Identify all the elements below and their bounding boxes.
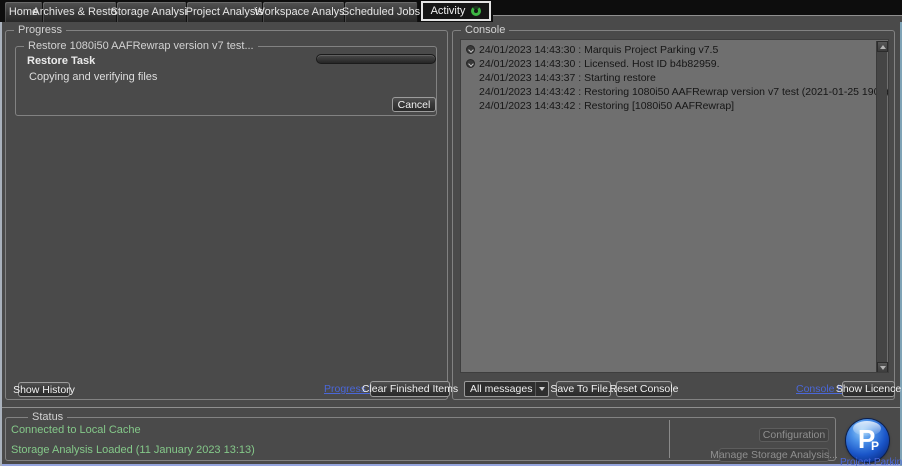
app-window: Home Archives & Restore Storage Analysis… — [0, 0, 902, 466]
restore-task-group: Restore 1080i50 AAFRewrap version v7 tes… — [15, 40, 437, 116]
tab-archives-restore[interactable]: Archives & Restore — [32, 2, 127, 22]
status-group: Status Connected to Local Cache Storage … — [5, 411, 838, 462]
activity-label: Activity — [430, 5, 466, 17]
project-parking-logo[interactable]: P P — [846, 419, 889, 462]
console-message-text: 24/01/2023 14:43:37 : Starting restore — [479, 72, 656, 84]
console-message-row[interactable]: 24/01/2023 14:43:30 : Marquis Project Pa… — [461, 43, 888, 57]
clear-finished-items-button[interactable]: Clear Finished Items — [362, 381, 458, 397]
scroll-down-icon[interactable] — [877, 362, 888, 372]
message-filter-dropdown[interactable]: All messages — [464, 381, 549, 397]
manage-storage-analysis-button[interactable]: Manage Storage Analysis... — [710, 448, 838, 462]
cache-status-text: Connected to Local Cache — [11, 424, 141, 436]
tab-bar-filler — [493, 15, 902, 22]
tab-scheduled-jobs[interactable]: Scheduled Jobs — [342, 2, 420, 22]
tab-strip: Home Archives & Restore Storage Analysis… — [5, 2, 420, 22]
console-message-row[interactable]: 24/01/2023 14:43:30 : Licensed. Host ID … — [461, 57, 888, 71]
show-licence-button[interactable]: Show Licence — [836, 381, 901, 397]
restore-progress-bar — [316, 54, 436, 64]
console-scrollbar[interactable] — [876, 41, 888, 372]
task-status-text: Copying and verifying files — [29, 71, 158, 83]
save-to-file-button[interactable]: Save To File... — [550, 381, 617, 397]
tab-activity[interactable]: Activity — [421, 1, 491, 21]
progress-group-label: Progress — [14, 24, 67, 37]
restore-task-label: Restore Task — [27, 55, 96, 67]
cancel-button[interactable]: Cancel — [392, 97, 436, 112]
tab-project-analysis[interactable]: Project Analysis — [186, 2, 263, 22]
console-message-list[interactable]: 24/01/2023 14:43:30 : Marquis Project Pa… — [460, 39, 889, 373]
storage-analysis-status-text: Storage Analysis Loaded (11 January 2023… — [11, 444, 255, 456]
scroll-up-icon[interactable] — [877, 41, 888, 52]
expander-icon[interactable] — [466, 45, 475, 54]
console-message-text: 24/01/2023 14:43:30 : Licensed. Host ID … — [479, 58, 720, 70]
project-parking-help-link[interactable]: Project Parking Help — [840, 457, 902, 466]
activity-spinner-icon — [471, 6, 482, 16]
message-indent-spacer — [466, 85, 475, 94]
console-message-text: 24/01/2023 14:43:42 : Restoring [1080i50… — [479, 100, 735, 112]
console-group-label: Console — [461, 24, 510, 37]
progress-group: Progress Restore 1080i50 AAFRewrap versi… — [5, 24, 458, 400]
message-indent-spacer — [466, 71, 475, 80]
tab-storage-analysis[interactable]: Storage Analysis — [111, 2, 192, 22]
console-message-row[interactable]: 24/01/2023 14:43:42 : Restoring [1080i50… — [461, 99, 888, 113]
message-filter-value: All messages — [470, 383, 533, 395]
logo-sub-letter: P — [871, 439, 880, 453]
configuration-button[interactable]: Configuration — [759, 428, 829, 442]
expander-icon[interactable] — [466, 59, 475, 68]
restore-task-group-label: Restore 1080i50 AAFRewrap version v7 tes… — [24, 40, 258, 53]
console-group: Console 24/01/2023 14:43:30 : Marquis Pr… — [452, 24, 901, 400]
tab-workspace-analysis[interactable]: Workspace Analysis — [254, 2, 353, 22]
show-history-button[interactable]: Show History — [13, 382, 75, 397]
console-message-row[interactable]: 24/01/2023 14:43:42 : Restoring 1080i50 … — [461, 85, 888, 99]
status-section-divider — [669, 420, 670, 458]
reset-console-button[interactable]: Reset Console — [610, 381, 678, 397]
console-message-row[interactable]: 24/01/2023 14:43:37 : Starting restore — [461, 71, 888, 85]
status-group-label: Status — [28, 411, 68, 424]
message-indent-spacer — [466, 99, 475, 108]
console-message-text: 24/01/2023 14:43:30 : Marquis Project Pa… — [479, 44, 719, 56]
console-message-text: 24/01/2023 14:43:42 : Restoring 1080i50 … — [479, 86, 889, 98]
tab-page-content: Progress Restore 1080i50 AAFRewrap versi… — [0, 22, 902, 466]
status-divider — [2, 407, 900, 408]
chevron-down-icon — [535, 382, 548, 396]
tab-bar: Home Archives & Restore Storage Analysis… — [0, 0, 902, 22]
